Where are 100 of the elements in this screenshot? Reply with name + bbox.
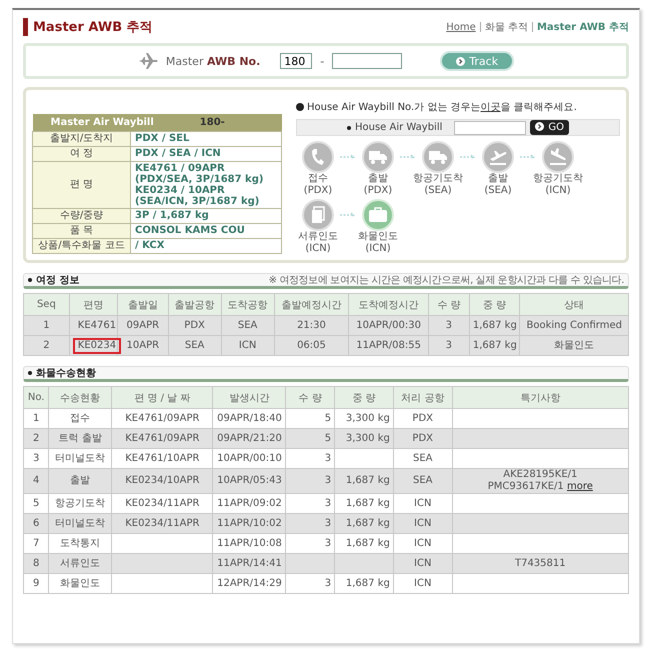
column-header: 수송현황 [48, 386, 112, 408]
step-airport: (ICN) [545, 185, 571, 197]
table-cell: 12APR/14:29 [212, 574, 286, 594]
table-cell: 서류인도 [48, 554, 112, 574]
table-cell: 7 [24, 534, 49, 554]
table-cell: 1,687 kg [469, 316, 520, 336]
awb-field-label: 상품/특수화물 코드 [32, 238, 130, 253]
breadcrumb-item: 화물 추적 [484, 21, 528, 34]
step-airport: (SEA) [484, 185, 512, 197]
table-cell: 1,687 kg [334, 494, 394, 514]
table-cell: 10APR/00:10 [212, 448, 286, 468]
table-cell: ICN [393, 494, 452, 514]
step-label: 서류인도 [298, 231, 338, 243]
table-cell: 21:30 [274, 316, 349, 336]
column-header: 출발예정시간 [274, 294, 349, 316]
table-cell: 4 [24, 468, 49, 494]
column-header: 처리 공항 [393, 386, 452, 408]
awb-field-value: KE4761 / 09APR (PDX/SEA, 3P/1687 kg) KE0234 / 10APR (SEA/ICN, 3P/1687 kg) [130, 161, 282, 208]
table-cell: 06:05 [274, 336, 349, 356]
remarks-cell: AKE28195KE/1 PMC93617KE/1 more [452, 468, 628, 494]
table-cell: 11APR/10:08 [212, 534, 286, 554]
awb-prefix-field[interactable]: 180 [280, 53, 312, 69]
table-cell: SEA [393, 448, 452, 468]
awb-field-label: 출발지/도착지 [32, 131, 130, 146]
remarks-cell: T7435811 [452, 554, 628, 574]
table-cell: 11APR/10:02 [212, 514, 286, 534]
column-header: 특기사항 [452, 386, 628, 408]
table-cell: SEA [168, 336, 222, 356]
step-airport: (SEA) [424, 185, 452, 197]
table-cell: 3 [286, 448, 335, 468]
separator-text: - [320, 54, 324, 68]
takeoff-icon [488, 148, 508, 166]
step-airport: (ICN) [305, 243, 331, 255]
table-cell: 도착통지 [48, 534, 112, 554]
arrow-circle-icon [456, 56, 466, 66]
table-cell: 9 [24, 574, 49, 594]
bullet-icon [296, 103, 304, 111]
column-header: 중 량 [334, 386, 394, 408]
table-cell: KE0234/11APR [112, 514, 213, 534]
table-cell: 3 [428, 336, 470, 356]
table-cell: 1 [24, 316, 70, 336]
table-cell [334, 448, 394, 468]
awb-number-field[interactable] [332, 53, 402, 69]
awb-table-header: Master Air Waybill 180- [32, 114, 282, 131]
awb-field-value: 3P / 1,687 kg [130, 208, 282, 223]
table-cell: 10APR [117, 336, 168, 356]
step-arrow [340, 212, 356, 218]
column-header: 편명 [69, 294, 118, 316]
section-note: ※ 여정정보에 보여지는 시간은 예정시간으로써, 실제 운항시간과 다를 수 있습니다. [268, 274, 624, 287]
page-title: Master AWB 추적 [23, 18, 153, 36]
house-awb-field[interactable] [454, 120, 526, 134]
table-cell: 3,300 kg [334, 408, 394, 428]
step-arrow [400, 154, 416, 160]
table-cell: 3 [286, 468, 335, 494]
awb-field-label: 편 명 [32, 161, 130, 208]
breadcrumb-link[interactable]: Home [446, 22, 476, 32]
awb-number-label: Master AWB No. [166, 54, 260, 68]
table-cell: 6 [24, 514, 49, 534]
go-button[interactable]: GO [530, 120, 570, 135]
table-cell: KE4761/10APR [112, 448, 213, 468]
house-awb-notice: House Air Waybill No.가 없는 경우는이곳을 클릭해주세요. [307, 101, 577, 114]
table-cell: 5 [286, 428, 335, 448]
table-cell: KE4761/09APR [112, 428, 213, 448]
step-airport: (PDX) [304, 185, 332, 197]
step-label: 항공기도착 [413, 173, 463, 185]
airplane-icon [138, 52, 158, 70]
table-cell: 5 [286, 408, 335, 428]
table-cell: KE0234/11APR [112, 494, 213, 514]
table-cell: KE4761 [69, 316, 118, 336]
bullet-icon [346, 126, 351, 130]
table-cell: ICN [393, 554, 452, 574]
table-cell [286, 554, 335, 574]
document-icon [310, 206, 326, 224]
table-cell: PDX [393, 408, 452, 428]
table-cell: 2 [24, 428, 49, 448]
here-link[interactable]: 이곳 [480, 102, 501, 113]
breadcrumb-item: Master AWB 추적 [536, 21, 629, 34]
more-link[interactable]: more [566, 481, 593, 492]
truck-icon [368, 149, 388, 165]
table-cell [334, 554, 394, 574]
table-cell: SEA [393, 468, 452, 494]
awb-field-label: 여 정 [32, 146, 130, 161]
step-label: 접수 [308, 173, 328, 185]
table-cell: 3 [24, 448, 49, 468]
house-awb-label: House Air Waybill [354, 122, 442, 133]
table-cell: 09APR/21:20 [212, 428, 286, 448]
table-cell: 3 [428, 316, 470, 336]
table-cell: 트럭 출발 [48, 428, 112, 448]
column-header: 출발일 [117, 294, 168, 316]
step-label: 출발 [488, 173, 508, 185]
table-cell: 출발 [48, 468, 112, 494]
table-cell: 화물인도 [48, 574, 112, 594]
column-header: 발생시간 [212, 386, 286, 408]
table-cell: KE0234/10APR [112, 468, 213, 494]
bullet-icon [28, 371, 32, 375]
table-cell: 10APR/05:43 [212, 468, 286, 494]
table-cell: 11APR/09:02 [212, 494, 286, 514]
table-cell: 터미널도착 [48, 514, 112, 534]
landing-icon [548, 148, 568, 166]
step-label: 출발 [368, 173, 388, 185]
